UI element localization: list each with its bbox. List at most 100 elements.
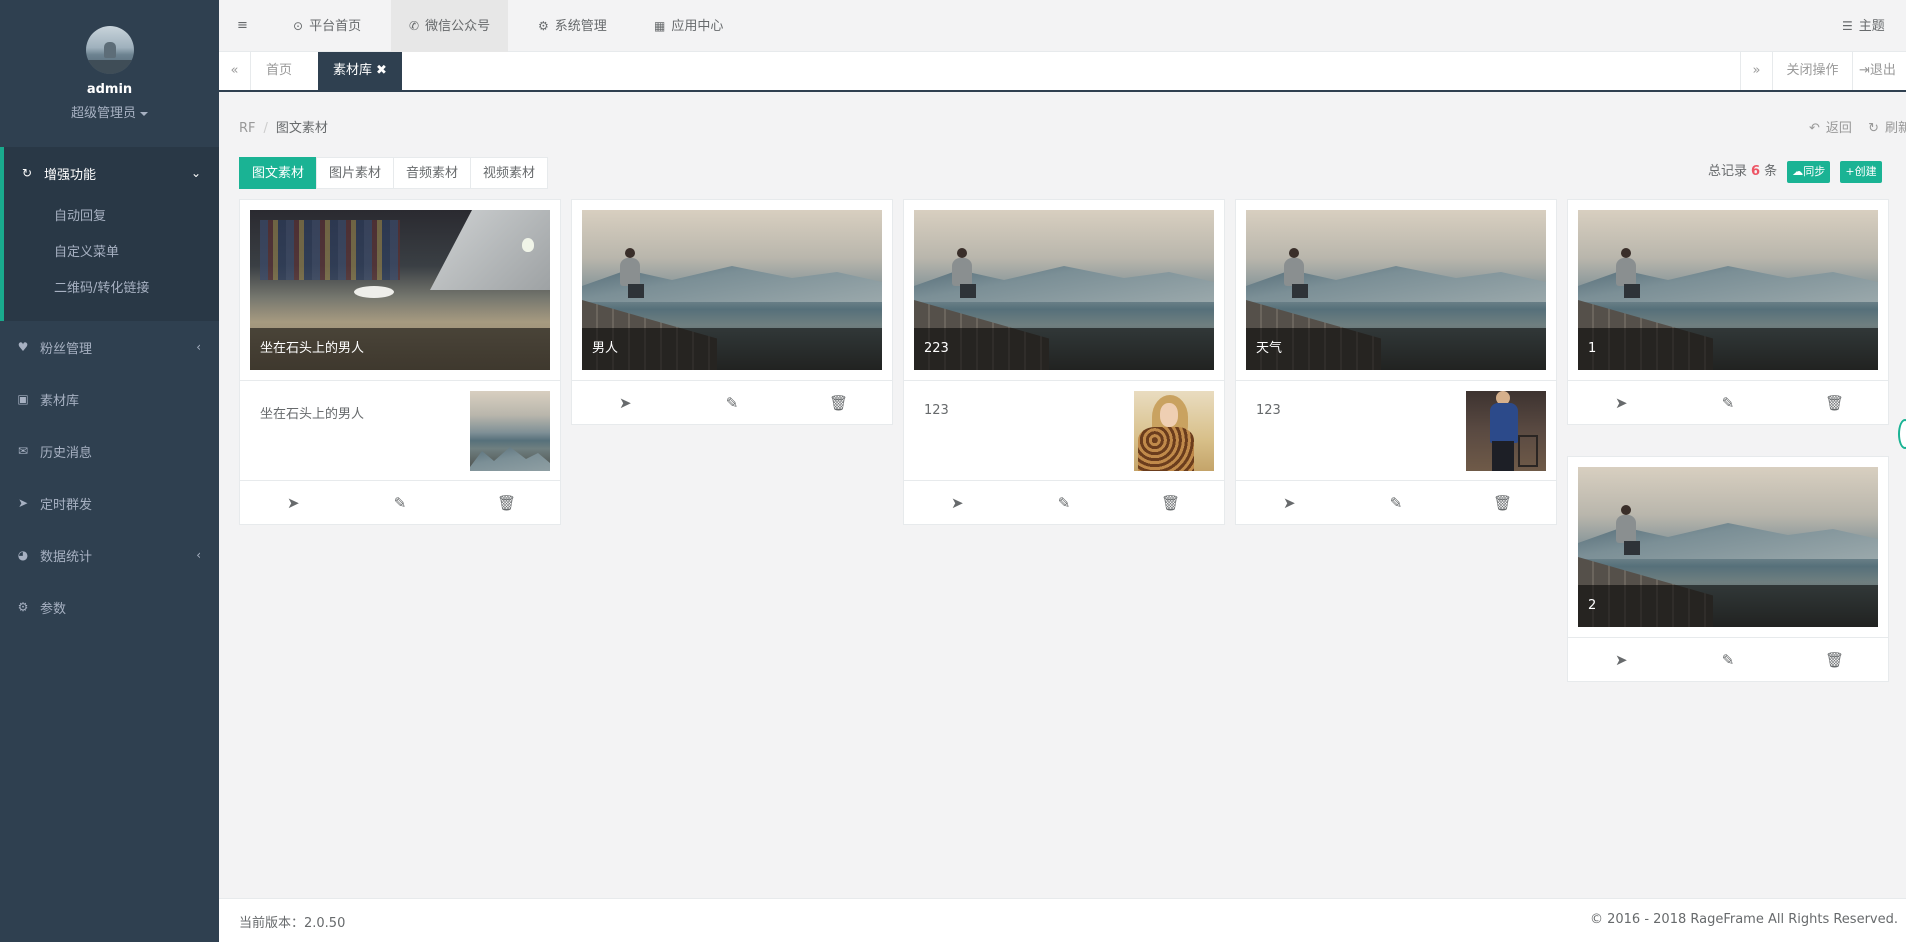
send-icon[interactable]: ➤: [1601, 394, 1641, 412]
image-icon: ▣: [17, 392, 29, 406]
user-name: admin: [86, 82, 133, 97]
comments-icon: ✉: [17, 444, 29, 458]
card-actions: ➤ ✎ 🗑: [240, 480, 560, 524]
chevron-down-icon: ⌄: [190, 166, 201, 180]
edit-icon[interactable]: ✎: [1708, 394, 1748, 412]
create-button[interactable]: +创建: [1840, 160, 1882, 183]
double-chevron-right-icon: »: [1752, 63, 1761, 78]
card-actions: ➤ ✎ 🗑: [1568, 380, 1888, 424]
profile-block: admin 超级管理员: [0, 0, 219, 147]
nav-item-label: 历史消息: [40, 445, 93, 461]
footer: 当前版本：2.0.50 © 2016 - 2018 RageFrame All …: [219, 898, 1906, 942]
sub-article-thumb: [1134, 391, 1214, 471]
top-nav-label: 微信公众号: [425, 19, 491, 34]
nav-sub-item-auto-reply[interactable]: 自动回复: [4, 199, 219, 235]
sub-article-row[interactable]: 123: [1236, 380, 1556, 480]
double-chevron-left-icon: «: [230, 63, 239, 78]
pie-chart-icon: ◕: [17, 548, 29, 562]
edit-icon[interactable]: ✎: [712, 394, 752, 412]
tab-news-material[interactable]: 图文素材: [239, 157, 318, 189]
send-icon[interactable]: ➤: [273, 494, 313, 512]
caret-down-icon: [140, 111, 148, 116]
refresh-icon: ↻: [1868, 121, 1879, 136]
trash-icon[interactable]: 🗑: [1151, 494, 1191, 512]
wechat-icon: ✆: [409, 19, 420, 33]
tab-image-material[interactable]: 图片素材: [316, 157, 395, 189]
sidebar: admin 超级管理员 ↻ 增强功能 ⌄ 自动回复 自定义菜单 二维码/转化链接…: [0, 0, 219, 942]
back-button[interactable]: ↶ 返回: [1803, 121, 1852, 136]
news-card: 2 ➤ ✎ 🗑: [1567, 456, 1889, 682]
top-nav-home[interactable]: ⊙ 平台首页: [275, 0, 379, 52]
cover-image[interactable]: 2: [1578, 467, 1878, 627]
theme-button[interactable]: ☰ 主题: [1824, 0, 1903, 52]
send-icon[interactable]: ➤: [1601, 651, 1641, 669]
floating-widget-handle[interactable]: [1898, 419, 1906, 449]
gear-icon: ⚙: [17, 600, 29, 614]
nav-item-materials[interactable]: ▣ 素材库: [0, 373, 219, 425]
edit-icon[interactable]: ✎: [380, 494, 420, 512]
cover-image[interactable]: 1: [1578, 210, 1878, 370]
nav-item-params[interactable]: ⚙ 参数: [0, 581, 219, 633]
send-icon[interactable]: ➤: [1269, 494, 1309, 512]
create-label: 创建: [1854, 164, 1877, 178]
nav-section-enhanced: ↻ 增强功能 ⌄ 自动回复 自定义菜单 二维码/转化链接: [0, 147, 219, 321]
card-actions: ➤ ✎ 🗑: [1236, 480, 1556, 524]
nav-sub-item-custom-menu[interactable]: 自定义菜单: [4, 235, 219, 271]
record-stats: 总记录 6 条 ☁同步 +创建: [1708, 160, 1882, 183]
nav-item-scheduled-send[interactable]: ➤ 定时群发: [0, 477, 219, 529]
nav-item-label: 增强功能: [44, 167, 97, 183]
card-actions: ➤ ✎ 🗑: [904, 480, 1224, 524]
tabs-scroll-left-button[interactable]: «: [219, 52, 251, 90]
close-operations-button[interactable]: 关闭操作: [1772, 52, 1852, 90]
refresh-icon: ↻: [21, 166, 33, 180]
tab-audio-material[interactable]: 音频素材: [393, 157, 472, 189]
trash-icon[interactable]: 🗑: [1815, 651, 1855, 669]
menu-toggle-button[interactable]: ≡: [219, 0, 266, 52]
tab-home[interactable]: 首页: [251, 52, 307, 90]
cover-image[interactable]: 男人: [582, 210, 882, 370]
trash-icon[interactable]: 🗑: [1483, 494, 1523, 512]
top-nav-wechat[interactable]: ✆ 微信公众号: [391, 0, 509, 52]
nav-item-statistics[interactable]: ◕ 数据统计 ‹: [0, 529, 219, 581]
avatar[interactable]: [85, 26, 134, 74]
news-card: 1 ➤ ✎ 🗑: [1567, 199, 1889, 425]
refresh-label: 刷新: [1884, 121, 1906, 136]
sub-article-row[interactable]: 123: [904, 380, 1224, 480]
nav-item-fans[interactable]: ♥ 粉丝管理 ‹: [0, 321, 219, 373]
sub-article-title: 坐在石头上的男人: [260, 407, 365, 422]
send-icon[interactable]: ➤: [937, 494, 977, 512]
breadcrumb: RF / 图文素材: [239, 121, 328, 136]
top-nav-system[interactable]: ⚙ 系统管理: [520, 0, 625, 52]
cover-image[interactable]: 223: [914, 210, 1214, 370]
edit-icon[interactable]: ✎: [1044, 494, 1084, 512]
user-role-dropdown[interactable]: 超级管理员: [0, 102, 219, 121]
top-nav-apps[interactable]: ▦ 应用中心: [636, 0, 741, 52]
nav-sub-item-qrcode[interactable]: 二维码/转化链接: [4, 271, 219, 307]
tabs-scroll-right-button[interactable]: »: [1740, 52, 1772, 90]
tab-materials[interactable]: 素材库 ✖: [318, 52, 402, 90]
cover-caption: 1: [1578, 328, 1878, 370]
trash-icon[interactable]: 🗑: [819, 394, 859, 412]
nav-item-enhanced[interactable]: ↻ 增强功能 ⌄: [4, 147, 219, 199]
sync-button[interactable]: ☁同步: [1787, 160, 1831, 183]
refresh-button[interactable]: ↻ 刷新: [1862, 121, 1906, 136]
cover-caption: 坐在石头上的男人: [250, 328, 550, 370]
send-icon[interactable]: ➤: [605, 394, 645, 412]
tab-video-material[interactable]: 视频素材: [470, 157, 549, 189]
edit-icon[interactable]: ✎: [1376, 494, 1416, 512]
cover-image[interactable]: 天气: [1246, 210, 1546, 370]
nav-item-history[interactable]: ✉ 历史消息: [0, 425, 219, 477]
send-icon: ➤: [17, 496, 29, 510]
logout-button[interactable]: ⇥退出: [1852, 52, 1906, 90]
close-icon[interactable]: ✖: [376, 63, 387, 78]
news-card: 天气 123 ➤ ✎ 🗑: [1235, 199, 1557, 525]
edit-icon[interactable]: ✎: [1708, 651, 1748, 669]
trash-icon[interactable]: 🗑: [487, 494, 527, 512]
card-actions: ➤ ✎ 🗑: [572, 380, 892, 424]
trash-icon[interactable]: 🗑: [1815, 394, 1855, 412]
breadcrumb-root[interactable]: RF: [239, 121, 256, 136]
sign-out-icon: ⇥: [1859, 63, 1870, 78]
cover-image[interactable]: 坐在石头上的男人: [250, 210, 550, 370]
news-card: 男人 ➤ ✎ 🗑: [571, 199, 893, 425]
sub-article-row[interactable]: 坐在石头上的男人: [240, 380, 560, 480]
